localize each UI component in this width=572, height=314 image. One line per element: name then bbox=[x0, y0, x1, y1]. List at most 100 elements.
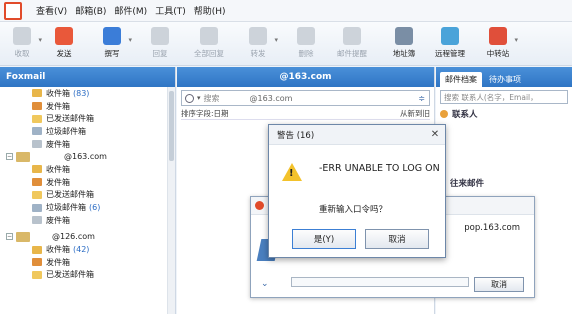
folder-sent[interactable]: 已发送邮件箱 bbox=[0, 112, 175, 125]
junk-icon bbox=[32, 127, 42, 136]
chevron-down-icon[interactable]: ▾ bbox=[38, 36, 42, 44]
account-126[interactable]: − @126.com bbox=[0, 231, 175, 244]
contacts-header-label: 联系人 bbox=[452, 110, 478, 120]
reminder-icon bbox=[343, 27, 361, 45]
send-button[interactable]: 发送 bbox=[46, 24, 82, 64]
remote-manage-button[interactable]: 远程管理 bbox=[430, 24, 470, 64]
folder-pane: Foxmail 收件箱 (83) 发件箱 已发送邮件箱 垃圾邮件箱 废件箱 − … bbox=[0, 67, 176, 314]
sent-icon bbox=[32, 190, 42, 199]
account-name: @126.com bbox=[52, 232, 95, 242]
folder-outbox[interactable]: 发件箱 bbox=[0, 100, 175, 113]
reply-all-label: 全部回复 bbox=[194, 49, 224, 58]
folder-outbox[interactable]: 发件箱 bbox=[0, 256, 175, 269]
folder-label: 收件箱 bbox=[46, 164, 70, 174]
folder-outbox[interactable]: 发件箱 bbox=[0, 176, 175, 189]
menu-mailbox[interactable]: 邮箱(B) bbox=[75, 4, 106, 17]
reply-icon bbox=[151, 27, 169, 45]
mail-reminder-button[interactable]: 邮件提醒 bbox=[332, 24, 372, 64]
scrollbar-thumb[interactable] bbox=[169, 91, 174, 161]
foxmail-app-icon[interactable] bbox=[4, 1, 22, 20]
unread-count: (42) bbox=[73, 245, 90, 255]
close-icon[interactable]: ✕ bbox=[425, 129, 445, 140]
menu-bar: 查看(V) 邮箱(B) 邮件(M) 工具(T) 帮助(H) bbox=[0, 0, 572, 22]
progress-bar bbox=[291, 277, 469, 287]
progress-cancel-button[interactable]: 取消 bbox=[474, 277, 524, 292]
chevron-down-icon[interactable]: ⌄ bbox=[261, 279, 269, 289]
tab-mail-archive[interactable]: 邮件档案 bbox=[440, 72, 482, 87]
chevron-down-icon[interactable]: ▾ bbox=[197, 94, 201, 102]
sort-order[interactable]: 从新到旧 bbox=[400, 108, 430, 119]
folder-inbox[interactable]: 收件箱 (42) bbox=[0, 243, 175, 256]
folder-sent[interactable]: 已发送邮件箱 bbox=[0, 269, 175, 282]
deleted-icon bbox=[32, 216, 42, 225]
menu-tools[interactable]: 工具(T) bbox=[155, 4, 186, 17]
sort-field[interactable]: 排序字段:日期 bbox=[181, 108, 229, 119]
chevron-down-icon[interactable]: ▾ bbox=[514, 36, 518, 44]
transfer-station-button[interactable]: 中转站 ▾ bbox=[480, 24, 518, 64]
reply-label: 回复 bbox=[152, 49, 168, 58]
contact-search-placeholder: 搜索 联系人(名字，Email， bbox=[444, 92, 538, 102]
transfer-station-label: 中转站 bbox=[486, 49, 510, 58]
chevron-down-icon[interactable]: ▾ bbox=[128, 36, 132, 44]
delete-button[interactable]: 删除 bbox=[288, 24, 324, 64]
account-name: @163.com bbox=[64, 152, 107, 162]
folder-label: 垃圾邮件箱 bbox=[46, 126, 86, 136]
folder-sent[interactable]: 已发送邮件箱 bbox=[0, 189, 175, 202]
folder-label: 收件箱 bbox=[46, 88, 70, 98]
chevron-down-icon[interactable]: ▾ bbox=[274, 36, 278, 44]
delete-label: 删除 bbox=[298, 49, 314, 58]
folder-label: 已发送邮件箱 bbox=[46, 114, 94, 124]
retry-question: 重新输入口令吗？ bbox=[319, 205, 388, 215]
menu-mail[interactable]: 邮件(M) bbox=[114, 4, 147, 17]
toolbar: 收取 ▾ 发送 撰写 ▾ 回复 全部回复 转发 ▾ 删除 邮件提醒 地址簿 远程… bbox=[0, 22, 572, 66]
reply-all-button[interactable]: 全部回复 bbox=[188, 24, 230, 64]
error-message: -ERR UNABLE TO LOG ON bbox=[319, 163, 440, 174]
mail-reminder-label: 邮件提醒 bbox=[337, 49, 367, 58]
receive-label: 收取 bbox=[14, 49, 30, 58]
search-placeholder: 搜索 bbox=[203, 93, 220, 103]
folder-label: 发件箱 bbox=[46, 177, 70, 187]
address-book-button[interactable]: 地址簿 bbox=[386, 24, 422, 64]
collapse-icon[interactable]: − bbox=[6, 153, 13, 161]
cancel-button[interactable]: 取消 bbox=[365, 229, 429, 249]
mail-search-input[interactable]: ▾ 搜索 @163.com ≑ bbox=[181, 90, 430, 106]
folder-scrollbar[interactable] bbox=[167, 87, 175, 314]
folder-label: 已发送邮件箱 bbox=[46, 270, 94, 280]
receive-button[interactable]: 收取 ▾ bbox=[4, 24, 42, 64]
unread-count: (6) bbox=[89, 203, 101, 213]
folder-deleted[interactable]: 废件箱 bbox=[0, 138, 175, 151]
forward-label: 转发 bbox=[250, 49, 266, 58]
expand-search-icon[interactable]: ≑ bbox=[418, 94, 425, 103]
menu-help[interactable]: 帮助(H) bbox=[194, 4, 226, 17]
account-icon bbox=[16, 151, 30, 162]
compose-button[interactable]: 撰写 ▾ bbox=[94, 24, 132, 64]
yes-button[interactable]: 是(Y) bbox=[292, 229, 356, 249]
contact-search-input[interactable]: 搜索 联系人(名字，Email， bbox=[440, 90, 568, 104]
folder-junk[interactable]: 垃圾邮件箱 (6) bbox=[0, 201, 175, 214]
folder-label: 垃圾邮件箱 bbox=[46, 203, 86, 213]
collapse-icon[interactable]: − bbox=[6, 233, 13, 241]
inbox-icon bbox=[32, 165, 42, 174]
inbox-icon bbox=[32, 89, 42, 98]
account-163[interactable]: − @163.com bbox=[0, 150, 175, 163]
remote-icon bbox=[441, 27, 459, 45]
folder-inbox[interactable]: 收件箱 bbox=[0, 163, 175, 176]
outbox-icon bbox=[32, 102, 42, 111]
warning-dialog: 警告 (16) ✕ ! -ERR UNABLE TO LOG ON 重新输入口令… bbox=[268, 124, 446, 258]
send-label: 发送 bbox=[56, 49, 72, 58]
folder-deleted[interactable]: 废件箱 bbox=[0, 214, 175, 227]
sort-bar: 排序字段:日期 从新到旧 bbox=[181, 108, 430, 120]
recent-mail-header[interactable]: 往来邮件 bbox=[436, 176, 572, 190]
account-icon bbox=[16, 231, 30, 242]
forward-button[interactable]: 转发 ▾ bbox=[240, 24, 278, 64]
reply-button[interactable]: 回复 bbox=[142, 24, 178, 64]
menu-view[interactable]: 查看(V) bbox=[36, 4, 67, 17]
folder-junk[interactable]: 垃圾邮件箱 bbox=[0, 125, 175, 138]
contacts-header[interactable]: 联系人 bbox=[436, 107, 572, 121]
tab-todo[interactable]: 待办事项 bbox=[484, 72, 526, 87]
folder-label: 发件箱 bbox=[46, 101, 70, 111]
receive-icon bbox=[13, 27, 31, 45]
transfer-icon bbox=[489, 27, 507, 45]
folder-inbox[interactable]: 收件箱 (83) bbox=[0, 87, 175, 100]
send-icon bbox=[55, 27, 73, 45]
